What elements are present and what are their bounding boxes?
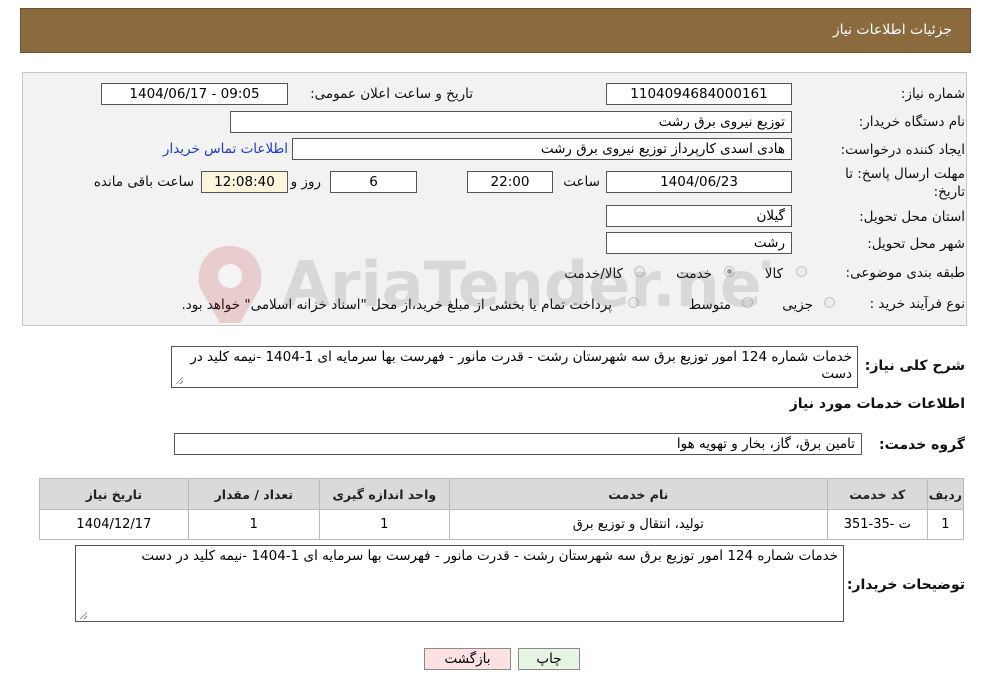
services-section-title: اطلاعات خدمات مورد نیاز [789,396,965,412]
buyer-name-label: نام دستگاه خریدار: [858,114,965,130]
buyer-name-field: توزیع نیروی برق رشت [230,111,792,133]
table-row: 1 ت -35-351 تولید، انتقال و توزیع برق 1 … [39,509,965,540]
process-radio-minor[interactable] [824,297,835,308]
process-radio-treasury[interactable] [628,297,639,308]
province-label: استان محل تحویل: [859,209,965,225]
service-code-cell: ت -35-351 [826,509,928,540]
city-field: رشت [606,232,792,254]
process-radio-medium[interactable] [742,297,753,308]
unit-cell: 1 [318,509,450,540]
col-row-header: ردیف [926,478,965,510]
service-group-label: گروه خدمت: [879,437,965,453]
services-table-header-row: ردیف کد خدمت نام خدمت واحد اندازه گیری ت… [39,478,965,510]
deadline-label: مهلت ارسال پاسخ: تا [845,166,965,182]
category-option-goods-service: کالا/خدمت [564,266,623,282]
col-unit-header: واحد اندازه گیری [318,478,450,510]
remaining-time-field: 12:08:40 [201,171,288,193]
services-table: ردیف کد خدمت نام خدمت واحد اندازه گیری ت… [39,478,965,540]
buyer-notes-resize-grip-icon[interactable] [79,611,87,619]
deadline-label-date: تاریخ: [933,184,965,200]
remaining-time-label: ساعت باقی مانده [93,174,194,190]
days-label: روز و [290,174,321,190]
col-service-name-header: نام خدمت [448,478,828,510]
need-number-field: 1104094684000161 [606,83,792,105]
remaining-days-field: 6 [330,171,417,193]
col-service-code-header: کد خدمت [826,478,928,510]
announce-datetime-label: تاریخ و ساعت اعلان عمومی: [310,86,473,102]
summary-textarea[interactable]: خدمات شماره 124 امور توزیع برق سه شهرستا… [171,346,858,388]
category-radio-goods-service[interactable] [634,266,645,277]
category-option-service: خدمت [676,266,712,282]
process-option-minor: جزیی [782,297,813,313]
category-radio-goods[interactable] [796,266,807,277]
need-date-cell: 1404/12/17 [39,509,189,540]
category-option-goods: کالا [764,266,783,282]
city-label: شهر محل تحویل: [867,236,965,252]
creator-label: ایجاد کننده درخواست: [840,142,965,158]
category-radio-service[interactable] [724,266,735,277]
back-button[interactable]: بازگشت [424,648,511,670]
category-label: طبقه بندی موضوعی: [845,265,965,281]
creator-field: هادی اسدی کارپرداز توزیع نیروی برق رشت [292,138,792,160]
announce-datetime-field: 1404/06/17 - 09:05 [101,83,288,105]
col-quantity-header: تعداد / مقدار [187,478,320,510]
deadline-time-label: ساعت [563,174,600,190]
row-number-cell: 1 [926,509,965,540]
process-option-medium: متوسط [688,297,731,313]
summary-resize-grip-icon[interactable] [175,376,183,384]
buyer-contact-link[interactable]: اطلاعات تماس خریدار [163,141,288,157]
service-group-field: تامین برق، گاز، بخار و تهویه هوا [174,433,862,455]
need-number-label: شماره نیاز: [900,86,965,102]
col-need-date-header: تاریخ نیاز [39,478,189,510]
page-header: جزئیات اطلاعات نیاز [20,8,971,53]
deadline-time-field: 22:00 [467,171,553,193]
page-title: جزئیات اطلاعات نیاز [832,22,952,38]
deadline-date-field: 1404/06/23 [606,171,792,193]
province-field: گیلان [606,205,792,227]
buyer-notes-textarea[interactable]: خدمات شماره 124 امور توزیع برق سه شهرستا… [75,545,844,622]
summary-label: شرح کلی نیاز: [864,358,965,374]
buyer-notes-label: توضیحات خریدار: [846,577,965,593]
process-treasury-note: پرداخت تمام یا بخشی از مبلغ خرید،از محل … [181,297,612,313]
print-button[interactable]: چاپ [518,648,580,670]
quantity-cell: 1 [187,509,320,540]
service-name-cell: تولید، انتقال و توزیع برق [448,509,828,540]
process-type-label: نوع فرآیند خرید : [869,296,965,312]
